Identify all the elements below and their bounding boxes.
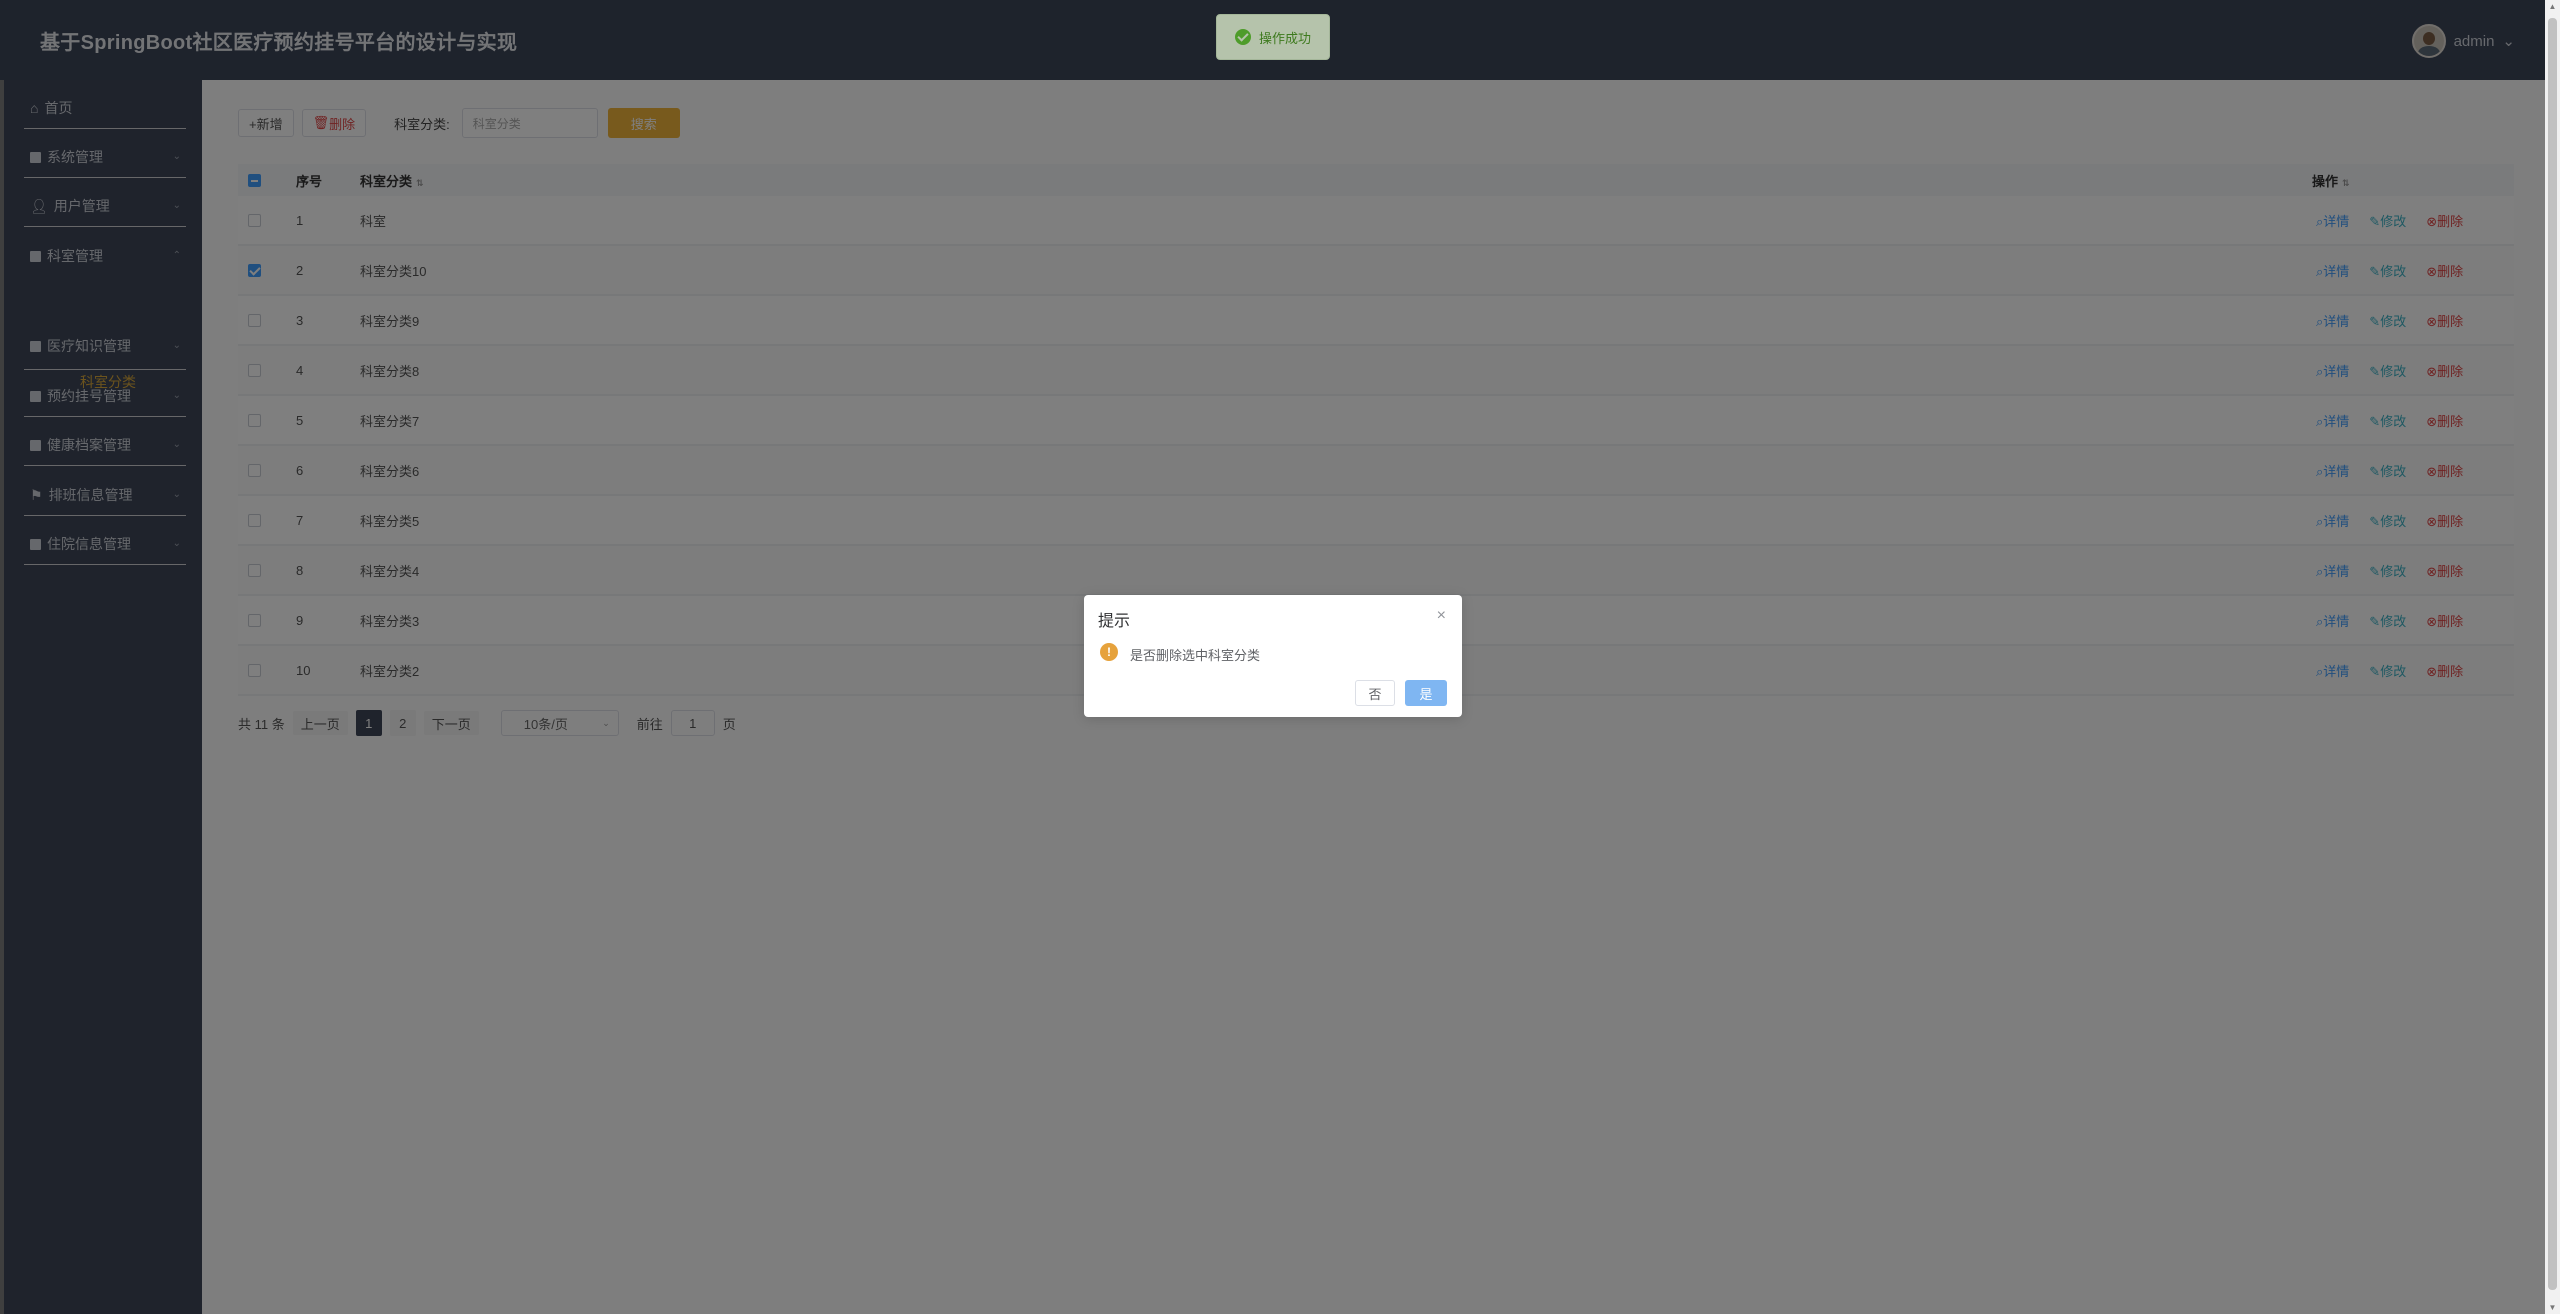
- dialog-message: 是否删除选中科室分类: [1130, 648, 1261, 663]
- scroll-up-arrow[interactable]: ▲: [2548, 2, 2557, 11]
- confirm-dialog: 提示 × ! 是否删除选中科室分类 否 是: [1084, 595, 1462, 717]
- scroll-thumb[interactable]: [2548, 18, 2557, 1290]
- vertical-scrollbar[interactable]: ▲ ▼: [2545, 0, 2560, 1314]
- confirm-button[interactable]: 是: [1405, 680, 1447, 706]
- toast-message: 操作成功: [1259, 30, 1312, 46]
- close-icon[interactable]: ×: [1437, 607, 1446, 625]
- warning-icon: !: [1100, 643, 1118, 661]
- success-toast: 操作成功: [1216, 14, 1330, 60]
- scroll-down-arrow[interactable]: ▼: [2548, 1303, 2557, 1312]
- cancel-button[interactable]: 否: [1355, 680, 1395, 706]
- check-circle-icon: [1235, 29, 1251, 45]
- dialog-title: 提示: [1098, 613, 1131, 630]
